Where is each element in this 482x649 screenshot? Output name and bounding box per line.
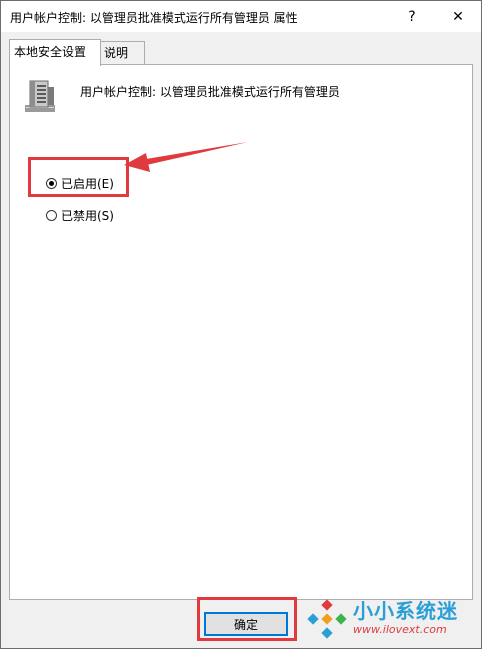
watermark-url: www.ilovext.com: [353, 623, 447, 636]
watermark-name: 小小系统迷: [353, 599, 458, 623]
server-icon: [25, 80, 55, 112]
watermark-logo-icon: [307, 599, 347, 639]
watermark: 小小系统迷 www.ilovext.com: [301, 591, 481, 647]
close-button[interactable]: ✕: [435, 1, 481, 32]
help-button[interactable]: ?: [389, 1, 435, 32]
disabled-label: 已禁用(S): [61, 208, 114, 223]
disabled-option[interactable]: 已禁用(S): [46, 207, 114, 223]
red-arrow-annotation: [124, 142, 248, 172]
disabled-radio[interactable]: [46, 209, 57, 221]
title-bar: 用户帐户控制: 以管理员批准模式运行所有管理员 属性 ? ✕: [1, 1, 481, 32]
window-title: 用户帐户控制: 以管理员批准模式运行所有管理员 属性: [10, 11, 298, 25]
properties-dialog: 用户帐户控制: 以管理员批准模式运行所有管理员 属性 ? ✕ 本地安全设置 说明…: [0, 0, 482, 649]
ok-button[interactable]: 确定: [204, 612, 288, 636]
settings-panel: 用户帐户控制: 以管理员批准模式运行所有管理员 已启用(E) 已禁用(S): [9, 64, 473, 600]
tab-local-security-setting[interactable]: 本地安全设置: [9, 39, 101, 66]
policy-title: 用户帐户控制: 以管理员批准模式运行所有管理员: [80, 85, 340, 99]
tab-explain[interactable]: 说明: [99, 41, 145, 64]
